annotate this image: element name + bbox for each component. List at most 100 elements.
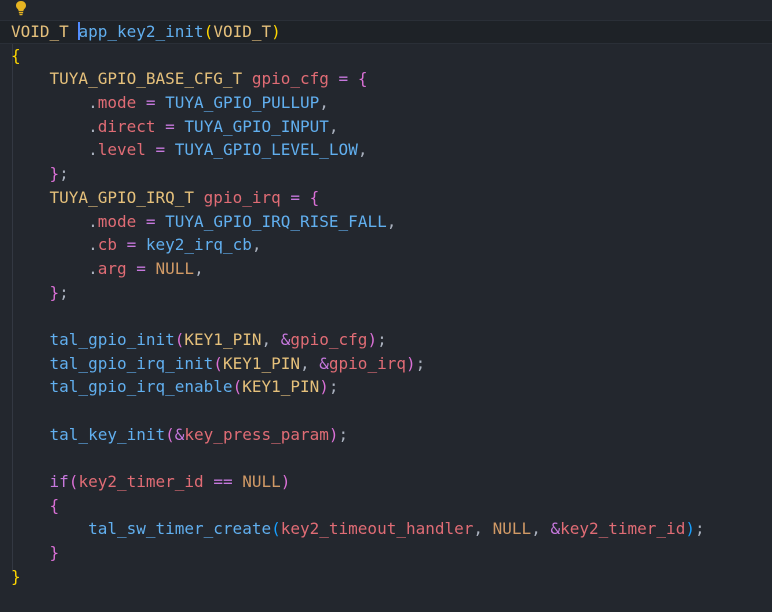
code-line-18[interactable]: tal_key_init(&key_press_param); <box>0 423 772 447</box>
code-line-2[interactable]: { <box>0 44 772 68</box>
code-line-23[interactable]: } <box>0 541 772 565</box>
code-line-19[interactable] <box>0 446 772 470</box>
code-line-12[interactable]: }; <box>0 281 772 305</box>
keyword-if: if <box>49 472 69 492</box>
argument: key2_timer_id <box>560 519 686 539</box>
separator: , <box>531 519 551 539</box>
semicolon: ; <box>377 329 387 349</box>
struct-type: TUYA_GPIO_BASE_CFG_T <box>49 69 243 89</box>
param-type: VOID_T <box>213 22 272 41</box>
brace-open: { <box>11 45 21 65</box>
lightbulb-icon[interactable] <box>13 0 29 16</box>
code-line-7[interactable]: }; <box>0 162 772 186</box>
function-call: tal_gpio_irq_enable <box>49 377 233 397</box>
code-line-4[interactable]: .mode = TUYA_GPIO_PULLUP, <box>0 91 772 115</box>
return-type: VOID_T <box>11 22 69 41</box>
paren-close: ) <box>367 329 378 349</box>
code-line-21[interactable]: { <box>0 494 772 518</box>
paren-open: ( <box>174 329 185 349</box>
assign-operator: = <box>290 187 301 207</box>
code-area[interactable]: VOID_T app_key2_init(VOID_T) { TUYA_GPIO… <box>0 20 772 589</box>
paren-close: ) <box>280 472 291 492</box>
code-line-13[interactable] <box>0 304 772 328</box>
member-name: level <box>97 140 146 160</box>
variable-name: gpio_cfg <box>251 69 329 89</box>
assign-operator: = <box>155 140 166 160</box>
code-line-9[interactable]: .mode = TUYA_GPIO_IRQ_RISE_FALL, <box>0 210 772 234</box>
member-dot: . <box>88 116 98 136</box>
assign-operator: = <box>338 69 349 89</box>
argument: key_press_param <box>184 424 329 444</box>
function-call: tal_gpio_init <box>49 329 175 349</box>
argument: KEY1_PIN <box>242 377 320 397</box>
separator: , <box>261 329 281 349</box>
assign-operator: = <box>126 235 137 255</box>
function-call: tal_sw_timer_create <box>88 519 272 539</box>
paren-close: ) <box>328 424 339 444</box>
paren-open: ( <box>213 353 223 373</box>
code-line-20[interactable]: if(key2_timer_id == NULL) <box>0 470 772 494</box>
code-editor[interactable]: VOID_T app_key2_init(VOID_T) { TUYA_GPIO… <box>0 0 772 612</box>
code-line-16[interactable]: tal_gpio_irq_enable(KEY1_PIN); <box>0 375 772 399</box>
member-name: mode <box>97 211 137 231</box>
code-line-8[interactable]: TUYA_GPIO_IRQ_T gpio_irq = { <box>0 186 772 210</box>
argument: KEY1_PIN <box>222 353 300 373</box>
function-name[interactable]: app_key2_init <box>78 22 203 41</box>
code-line-10[interactable]: .cb = key2_irq_cb, <box>0 233 772 257</box>
code-line-17[interactable] <box>0 399 772 423</box>
address-operator: & <box>550 519 561 539</box>
separator: , <box>473 519 493 539</box>
struct-type: TUYA_GPIO_IRQ_T <box>49 187 195 207</box>
member-name: arg <box>97 258 127 278</box>
paren-close: ) <box>685 519 695 539</box>
member-value: TUYA_GPIO_LEVEL_LOW <box>174 140 358 160</box>
function-call: tal_gpio_irq_init <box>49 353 214 373</box>
brace-close: } <box>49 282 60 302</box>
comma: , <box>251 235 262 255</box>
paren-open: ( <box>203 22 214 41</box>
code-line-3[interactable]: TUYA_GPIO_BASE_CFG_T gpio_cfg = { <box>0 67 772 91</box>
variable-name: gpio_irq <box>203 187 281 207</box>
address-operator: & <box>174 424 185 444</box>
code-line-24[interactable]: } <box>0 565 772 589</box>
member-name: direct <box>97 116 156 136</box>
member-name: cb <box>97 235 117 255</box>
argument: KEY1_PIN <box>184 329 262 349</box>
argument: gpio_cfg <box>290 329 368 349</box>
semicolon: ; <box>694 519 705 539</box>
paren-close: ) <box>319 377 329 397</box>
brace-open: { <box>309 187 320 207</box>
semicolon: ; <box>328 377 339 397</box>
function-call: tal_key_init <box>49 424 166 444</box>
assign-operator: = <box>165 116 175 136</box>
brace-open: { <box>357 69 368 89</box>
member-value: TUYA_GPIO_IRQ_RISE_FALL <box>165 211 387 231</box>
code-line-11[interactable]: .arg = NULL, <box>0 257 772 281</box>
paren-close: ) <box>405 353 416 373</box>
code-line-15[interactable]: tal_gpio_irq_init(KEY1_PIN, &gpio_irq); <box>0 352 772 376</box>
semicolon: ; <box>59 282 69 302</box>
assign-operator: = <box>145 93 156 113</box>
code-line-6[interactable]: .level = TUYA_GPIO_LEVEL_LOW, <box>0 138 772 162</box>
semicolon: ; <box>415 353 426 373</box>
assign-operator: = <box>136 258 146 278</box>
paren-open: ( <box>232 377 243 397</box>
member-value: TUYA_GPIO_INPUT <box>184 116 329 136</box>
code-line-5[interactable]: .direct = TUYA_GPIO_INPUT, <box>0 115 772 139</box>
address-operator: & <box>280 329 291 349</box>
member-dot: . <box>88 140 98 160</box>
comma: , <box>319 93 329 113</box>
member-value: TUYA_GPIO_PULLUP <box>165 93 320 113</box>
code-line-1[interactable]: VOID_T app_key2_init(VOID_T) <box>0 20 772 44</box>
equality-operator: == <box>213 472 233 492</box>
variable-name: key2_timer_id <box>78 472 204 492</box>
code-line-14[interactable]: tal_gpio_init(KEY1_PIN, &gpio_cfg); <box>0 328 772 352</box>
comma: , <box>357 140 368 160</box>
code-line-22[interactable]: tal_sw_timer_create(key2_timeout_handler… <box>0 517 772 541</box>
member-dot: . <box>88 93 98 113</box>
address-operator: & <box>319 353 329 373</box>
brace-open: { <box>49 495 60 515</box>
member-value: key2_irq_cb <box>145 235 252 255</box>
paren-close: ) <box>271 22 281 41</box>
member-name: mode <box>97 93 137 113</box>
